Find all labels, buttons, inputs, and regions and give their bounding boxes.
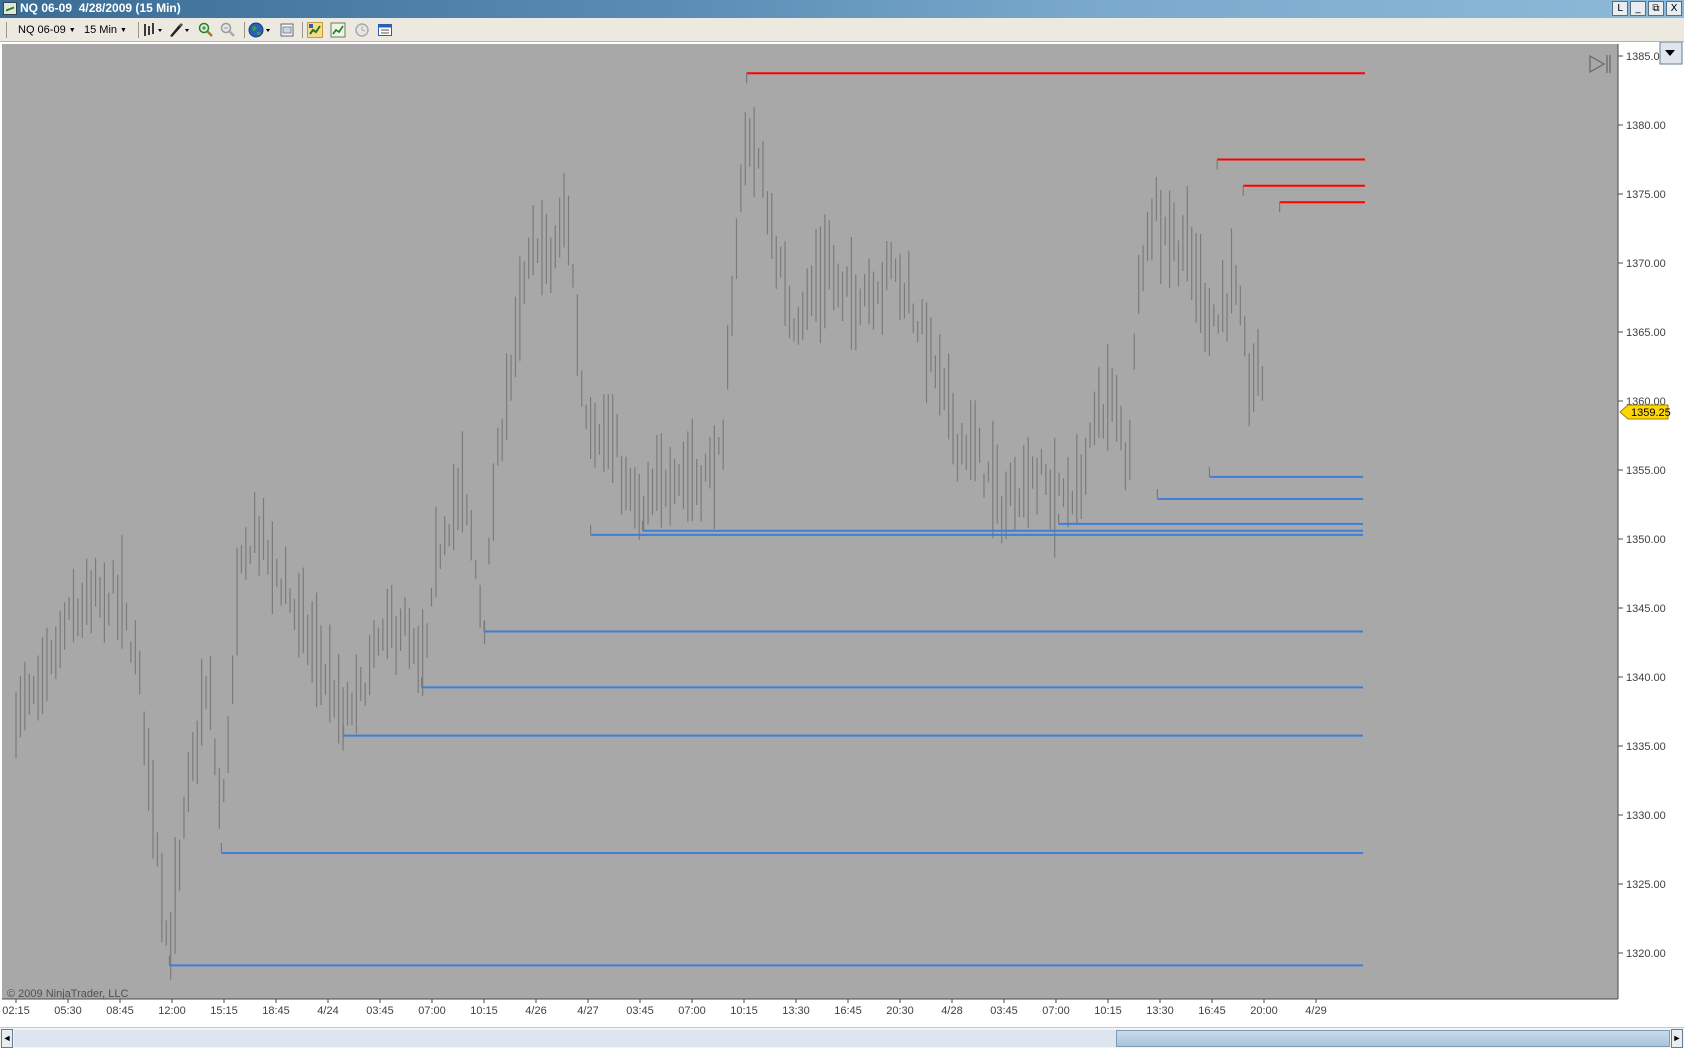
price-chart[interactable]: 1385.001380.001375.001370.001365.001360.… — [0, 42, 1684, 1027]
restore-button[interactable]: ⧉ — [1648, 1, 1664, 16]
x-tick-label: 4/28 — [941, 1005, 962, 1017]
title-bar: NQ 06-09 4/28/2009 (15 Min) L _ ⧉ X — [0, 0, 1684, 18]
toolbar-separator — [6, 22, 7, 38]
y-tick-label: 1340.00 — [1626, 672, 1666, 684]
interval-label: 15 Min — [84, 24, 118, 36]
window-bottom-edge — [0, 1048, 1684, 1054]
link-button[interactable]: L — [1612, 1, 1628, 16]
x-tick-label: 03:45 — [990, 1005, 1018, 1017]
bar-style-icon[interactable] — [142, 22, 162, 38]
y-tick-label: 1355.00 — [1626, 465, 1666, 477]
x-tick-label: 4/29 — [1305, 1005, 1326, 1017]
copyright-text: © 2009 NinjaTrader, LLC — [7, 988, 128, 1000]
scroll-right-button[interactable]: ► — [1671, 1029, 1683, 1048]
x-tick-label: 03:45 — [626, 1005, 654, 1017]
x-tick-label: 18:45 — [262, 1005, 290, 1017]
strategy-icon[interactable] — [307, 22, 323, 38]
plot-area[interactable] — [2, 44, 1618, 999]
scroll-track[interactable] — [14, 1030, 1670, 1047]
x-tick-label: 20:30 — [886, 1005, 914, 1017]
x-tick-label: 10:15 — [470, 1005, 498, 1017]
x-tick-label: 15:15 — [210, 1005, 238, 1017]
instrument-label: NQ 06-09 — [18, 24, 66, 36]
x-tick-label: 16:45 — [1198, 1005, 1226, 1017]
toolbar-separator — [138, 22, 139, 38]
toolbar-separator — [302, 22, 303, 38]
scroll-left-button[interactable]: ◄ — [1, 1029, 13, 1048]
y-tick-label: 1380.00 — [1626, 120, 1666, 132]
y-tick-label: 1350.00 — [1626, 534, 1666, 546]
x-tick-label: 10:15 — [1094, 1005, 1122, 1017]
x-tick-label: 10:15 — [730, 1005, 758, 1017]
current-price-label: 1359.25 — [1631, 407, 1671, 419]
chart-toolbar: NQ 06-09 ▼ 15 Min ▼ — [0, 18, 1684, 42]
indicator-icon[interactable] — [330, 22, 346, 38]
close-button[interactable]: X — [1666, 1, 1682, 16]
x-tick-label: 13:30 — [782, 1005, 810, 1017]
clock-icon[interactable] — [354, 22, 370, 38]
x-tick-label: 16:45 — [834, 1005, 862, 1017]
globe-icon[interactable] — [248, 22, 270, 38]
minimize-button[interactable]: _ — [1630, 1, 1646, 16]
y-tick-label: 1325.00 — [1626, 879, 1666, 891]
time-axis: 02:15 05:30 08:45 12:00 15:15 18:45 4/24 03:45 0… — [2, 999, 1327, 1017]
ninjatrader-app-icon — [3, 2, 17, 15]
y-tick-label: 1375.00 — [1626, 189, 1666, 201]
data-box-icon[interactable] — [377, 22, 393, 38]
y-tick-label: 1330.00 — [1626, 810, 1666, 822]
price-axis: 1385.001380.001375.001370.001365.001360.… — [1618, 51, 1666, 960]
horizontal-scrollbar[interactable]: ◄ ► — [0, 1027, 1684, 1048]
y-tick-label: 1335.00 — [1626, 741, 1666, 753]
x-tick-label: 4/24 — [317, 1005, 338, 1017]
x-tick-label: 13:30 — [1146, 1005, 1174, 1017]
chart-panel[interactable]: 1385.00 1380.00 1375.00 1370.00 1365.00 1360.… — [0, 42, 1684, 1027]
x-tick-label: 4/27 — [577, 1005, 598, 1017]
x-tick-label: 4/26 — [525, 1005, 546, 1017]
x-tick-label: 07:00 — [1042, 1005, 1070, 1017]
x-tick-label: 12:00 — [158, 1005, 186, 1017]
x-tick-label: 02:15 — [2, 1005, 30, 1017]
x-tick-label: 03:45 — [366, 1005, 394, 1017]
axis-menu-button[interactable] — [1659, 42, 1683, 65]
x-tick-label: 07:00 — [418, 1005, 446, 1017]
y-tick-label: 1370.00 — [1626, 258, 1666, 270]
drawing-tool-icon[interactable] — [168, 22, 189, 38]
zoom-in-icon[interactable] — [198, 22, 214, 38]
scroll-thumb[interactable] — [1116, 1030, 1670, 1047]
interval-selector[interactable]: 15 Min ▼ — [84, 21, 127, 39]
y-tick-label: 1365.00 — [1626, 327, 1666, 339]
toolbar-separator — [244, 22, 245, 38]
zoom-out-icon[interactable] — [220, 22, 236, 38]
properties-icon[interactable] — [279, 22, 295, 38]
x-tick-label: 20:00 — [1250, 1005, 1278, 1017]
window-title: NQ 06-09 4/28/2009 (15 Min) — [20, 1, 181, 15]
price-marker: 1359.25 — [1619, 404, 1671, 420]
x-tick-label: 05:30 — [54, 1005, 82, 1017]
x-tick-label: 08:45 — [106, 1005, 134, 1017]
y-tick-label: 1345.00 — [1626, 603, 1666, 615]
y-tick-label: 1320.00 — [1626, 948, 1666, 960]
x-tick-label: 07:00 — [678, 1005, 706, 1017]
instrument-selector[interactable]: NQ 06-09 ▼ — [18, 21, 76, 39]
